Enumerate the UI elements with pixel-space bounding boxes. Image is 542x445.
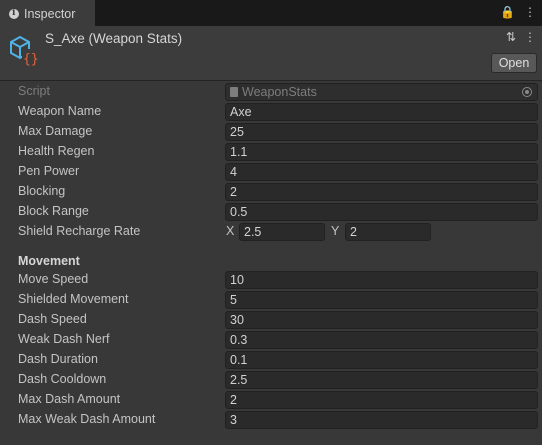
field-row: Health Regen 1.1: [0, 142, 542, 162]
scriptable-object-icon: {}: [10, 35, 39, 67]
field-row: Move Speed 10: [0, 270, 542, 290]
dash-speed-input[interactable]: 30: [225, 311, 538, 329]
lock-icon[interactable]: 🔒: [500, 5, 515, 19]
script-file-icon: [230, 87, 238, 97]
movement-header: Movement: [18, 254, 80, 268]
shielded-movement-input[interactable]: 5: [225, 291, 538, 309]
field-row: Max Weak Dash Amount 3: [0, 410, 542, 430]
field-row: Weapon Name Axe: [0, 102, 542, 122]
blocking-input[interactable]: 2: [225, 183, 538, 201]
field-label: Block Range: [18, 204, 89, 218]
block-range-input[interactable]: 0.5: [225, 203, 538, 221]
pen-power-input[interactable]: 4: [225, 163, 538, 181]
field-label: Dash Speed: [18, 312, 87, 326]
y-label: Y: [331, 224, 340, 238]
field-label: Weapon Name: [18, 104, 102, 118]
preset-icon[interactable]: ⇅: [506, 30, 516, 44]
field-label: Weak Dash Nerf: [18, 332, 110, 346]
weapon-name-input[interactable]: Axe: [225, 103, 538, 121]
tab-inspector[interactable]: Inspector: [0, 0, 95, 26]
health-regen-input[interactable]: 1.1: [225, 143, 538, 161]
field-row: Dash Speed 30: [0, 310, 542, 330]
field-label: Blocking: [18, 184, 66, 198]
field-row: Max Damage 25: [0, 122, 542, 142]
max-dash-amount-input[interactable]: 2: [225, 391, 538, 409]
context-menu-icon[interactable]: ⋮: [524, 30, 536, 44]
field-label: Max Weak Dash Amount: [18, 412, 156, 426]
script-value: WeaponStats: [242, 85, 317, 99]
field-label: Shield Recharge Rate: [18, 224, 141, 238]
field-row: Pen Power 4: [0, 162, 542, 182]
field-row: Dash Duration 0.1: [0, 350, 542, 370]
field-row: Block Range 0.5: [0, 202, 542, 222]
weak-dash-nerf-input[interactable]: 0.3: [225, 331, 538, 349]
field-label: Dash Duration: [18, 352, 98, 366]
max-weak-dash-amount-input[interactable]: 3: [225, 411, 538, 429]
asset-title: S_Axe (Weapon Stats): [45, 31, 183, 46]
field-label: Dash Cooldown: [18, 372, 107, 386]
object-picker-icon[interactable]: [522, 87, 532, 97]
script-row: Script WeaponStats: [0, 82, 542, 102]
inspector-header: {} S_Axe (Weapon Stats) ⇅ ⋮ Open: [0, 26, 542, 81]
field-label: Shielded Movement: [18, 292, 129, 306]
vector-row: Shield Recharge Rate X 2.5 Y 2: [0, 222, 542, 242]
shield-recharge-x-input[interactable]: 2.5: [239, 223, 325, 241]
open-button[interactable]: Open: [491, 53, 537, 73]
field-row: Blocking 2: [0, 182, 542, 202]
dash-cooldown-input[interactable]: 2.5: [225, 371, 538, 389]
shield-recharge-y-input[interactable]: 2: [345, 223, 431, 241]
tab-label: Inspector: [24, 7, 76, 21]
tab-bar: Inspector 🔒 ⋮: [0, 0, 542, 26]
move-speed-input[interactable]: 10: [225, 271, 538, 289]
dash-duration-input[interactable]: 0.1: [225, 351, 538, 369]
info-icon: [9, 8, 19, 19]
max-damage-input[interactable]: 25: [225, 123, 538, 141]
x-label: X: [226, 224, 235, 238]
script-field[interactable]: WeaponStats: [225, 83, 538, 101]
field-row: Dash Cooldown 2.5: [0, 370, 542, 390]
field-row: Max Dash Amount 2: [0, 390, 542, 410]
field-label: Health Regen: [18, 144, 95, 158]
field-label: Pen Power: [18, 164, 80, 178]
field-label: Max Damage: [18, 124, 93, 138]
field-label: Max Dash Amount: [18, 392, 121, 406]
script-label: Script: [18, 84, 50, 98]
more-options-icon[interactable]: ⋮: [524, 5, 536, 19]
field-label: Move Speed: [18, 272, 89, 286]
svg-text:{}: {}: [23, 52, 39, 67]
field-row: Shielded Movement 5: [0, 290, 542, 310]
field-row: Weak Dash Nerf 0.3: [0, 330, 542, 350]
